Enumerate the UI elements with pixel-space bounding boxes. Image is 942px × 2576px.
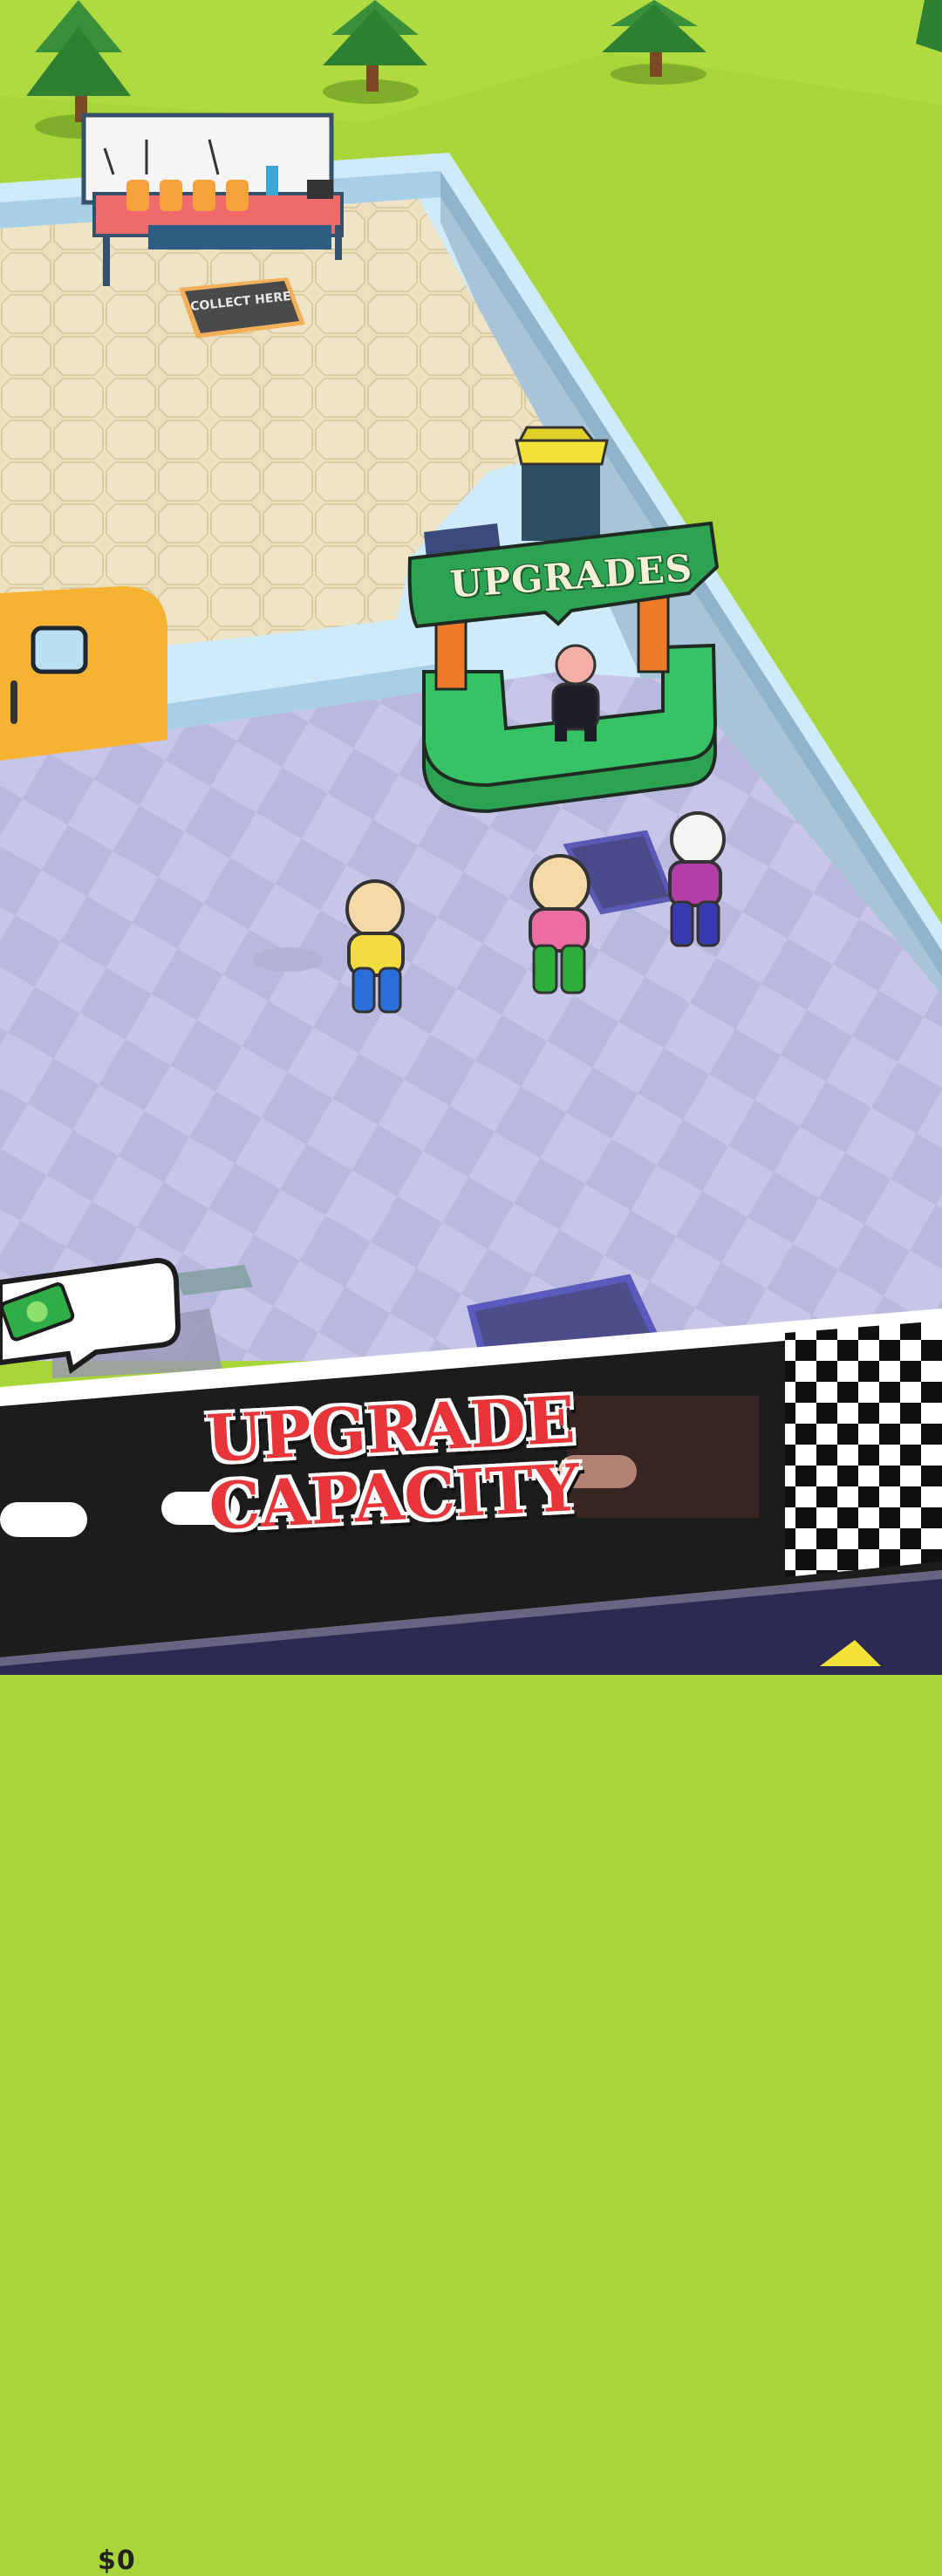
trash-bin <box>515 426 609 541</box>
finish-checkered-flag <box>785 1321 942 1577</box>
customer-purple <box>668 811 726 947</box>
money-amount: $0 <box>98 2545 136 2576</box>
money-counter: $0 <box>0 1256 179 2576</box>
booth-clerk <box>551 644 600 741</box>
orange-door[interactable] <box>0 586 167 761</box>
upgrade-capacity-banner: UPGRADE CAPACITY <box>197 1382 588 1547</box>
